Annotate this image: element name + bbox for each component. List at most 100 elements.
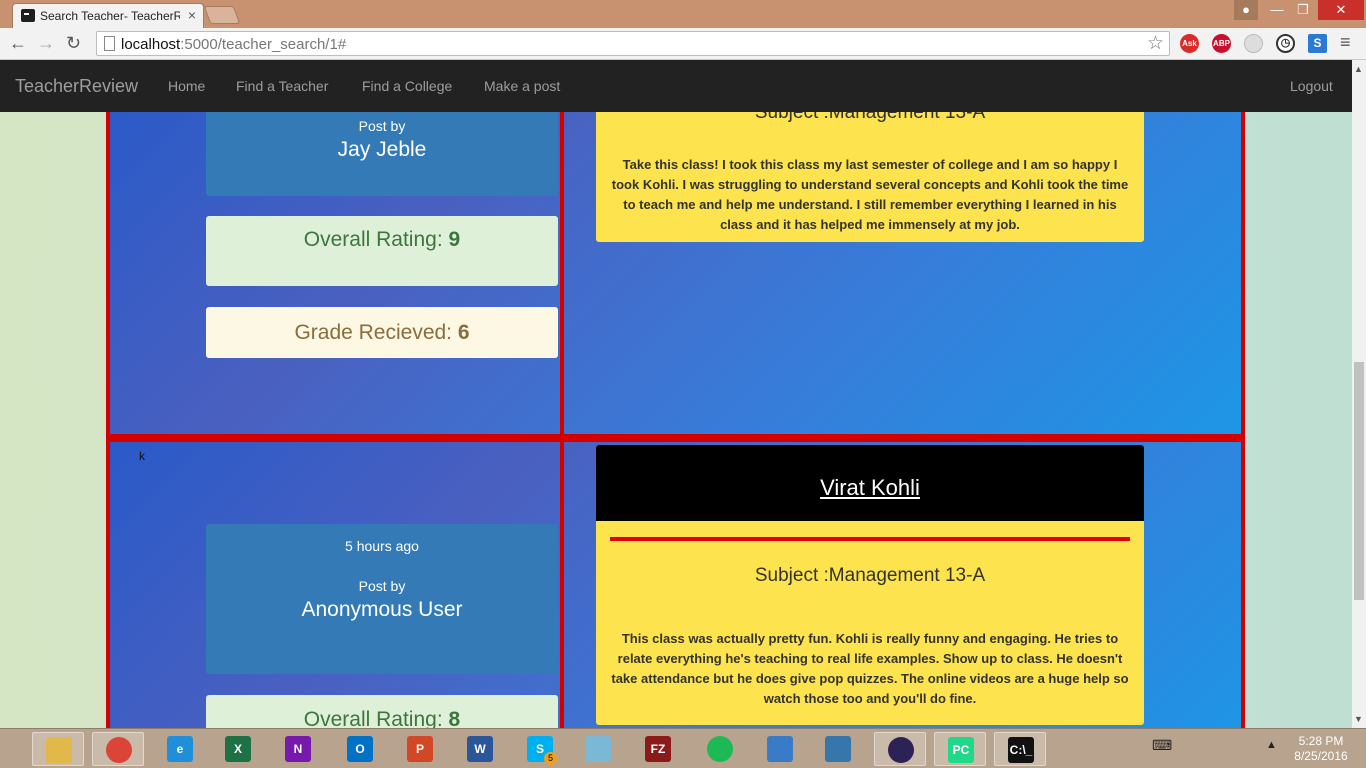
post-by-label: Post by xyxy=(358,118,406,134)
filezilla-icon: FZ xyxy=(645,736,671,762)
taskbar-pycharm[interactable]: PC xyxy=(934,732,986,766)
post-author-box: 5 hours ago Post by Anonymous User xyxy=(206,524,558,674)
taskbar-internet-explorer[interactable]: e xyxy=(154,732,206,766)
clock-extension-icon[interactable]: ◷ xyxy=(1276,34,1295,53)
nav-find-college[interactable]: Find a College xyxy=(362,78,452,94)
powerpoint-icon: P xyxy=(407,736,433,762)
taskbar-powerpoint[interactable]: P xyxy=(394,732,446,766)
taskbar-skype[interactable]: S5 xyxy=(514,732,566,766)
rating-value: 8 xyxy=(448,708,461,728)
terminal-favicon-icon xyxy=(21,9,35,22)
adblock-extension-icon[interactable]: ABP xyxy=(1212,34,1231,53)
overall-rating-box: Overall Rating: 9 xyxy=(206,216,558,286)
internet-explorer-icon: e xyxy=(167,736,193,762)
minimize-button[interactable]: — xyxy=(1264,0,1290,20)
review-card: Virat Kohli Subject :Management 13-A Thi… xyxy=(596,445,1144,725)
taskbar-notes[interactable] xyxy=(572,732,624,766)
address-url[interactable]: localhost:5000/teacher_search/1# xyxy=(121,36,346,53)
taskbar-python[interactable] xyxy=(812,732,864,766)
rating-value: 9 xyxy=(448,228,461,251)
review-card-header: Virat Kohli xyxy=(596,445,1144,521)
close-window-button[interactable]: ✕ xyxy=(1318,0,1364,20)
page-scrollbar[interactable]: ▲ ▼ xyxy=(1352,60,1366,728)
remote-desktop-icon xyxy=(767,736,793,762)
file-explorer-icon xyxy=(46,737,72,763)
scrollbar-thumb[interactable] xyxy=(1354,362,1364,600)
grade-value: 6 xyxy=(457,321,470,344)
taskbar-filezilla[interactable]: FZ xyxy=(632,732,684,766)
taskbar-eclipse[interactable] xyxy=(874,732,926,766)
post-author: Anonymous User xyxy=(301,598,463,621)
grade-label: Grade Recieved: xyxy=(294,321,453,344)
post-card: Post by Jay Jeble Overall Rating: 9 Grad… xyxy=(106,112,1245,438)
scroll-up-icon[interactable]: ▲ xyxy=(1354,64,1363,74)
tab-title: Search Teacher- TeacherReview xyxy=(40,9,180,23)
command-prompt-icon: C:\_ xyxy=(1008,737,1034,763)
tab-close-icon[interactable]: × xyxy=(188,7,196,23)
outlook-icon: O xyxy=(347,736,373,762)
forward-icon[interactable]: → xyxy=(37,33,55,54)
post-author: Jay Jeble xyxy=(337,138,427,161)
taskbar-spotify[interactable] xyxy=(694,732,746,766)
taskbar-onenote[interactable]: N xyxy=(272,732,324,766)
overall-rating-box: Overall Rating: 8 xyxy=(206,695,558,728)
word-icon: W xyxy=(467,736,493,762)
s-extension-icon[interactable]: S xyxy=(1308,34,1327,53)
post-author-box: Post by Jay Jeble xyxy=(206,112,558,196)
maximize-button[interactable]: ❐ xyxy=(1290,0,1316,20)
tray-overflow-icon[interactable]: ▲ xyxy=(1266,739,1277,751)
ask-extension-icon[interactable]: Ask xyxy=(1180,34,1199,53)
taskbar-outlook[interactable]: O xyxy=(334,732,386,766)
rating-label: Overall Rating: xyxy=(303,228,443,251)
pycharm-icon: PC xyxy=(948,737,974,763)
back-icon[interactable]: ← xyxy=(9,33,27,54)
brand-link[interactable]: TeacherReview xyxy=(15,76,138,97)
nav-home[interactable]: Home xyxy=(168,78,205,94)
clock-time: 5:28 PM xyxy=(1298,734,1344,748)
taskbar-remote-desktop[interactable] xyxy=(754,732,806,766)
reload-icon[interactable]: ↻ xyxy=(66,33,81,54)
post-divider xyxy=(560,112,564,434)
spotify-icon xyxy=(707,736,733,762)
page-content: Post by Jay Jeble Overall Rating: 9 Grad… xyxy=(0,112,1352,728)
taskbar-word[interactable]: W xyxy=(454,732,506,766)
new-tab-button[interactable] xyxy=(203,6,241,24)
keyboard-icon[interactable]: ⌨ xyxy=(1152,737,1172,754)
address-bar[interactable]: localhost:5000/teacher_search/1# ☆ xyxy=(96,31,1170,56)
user-profile-icon[interactable]: ● xyxy=(1234,0,1258,20)
review-subject: Subject :Management 13-A xyxy=(754,565,986,586)
review-subject: Subject :Management 13-A xyxy=(754,112,986,123)
scroll-down-icon[interactable]: ▼ xyxy=(1354,714,1363,724)
chrome-menu-icon[interactable]: ≡ xyxy=(1340,32,1351,53)
header-separator xyxy=(610,537,1130,541)
teacher-name-link[interactable]: Virat Kohli xyxy=(820,475,920,501)
chrome-icon xyxy=(106,737,132,763)
bookmark-star-icon[interactable]: ☆ xyxy=(1147,32,1164,55)
page-icon xyxy=(104,36,115,51)
taskbar-clock[interactable]: 5:28 PM 8/25/2016 xyxy=(1284,734,1358,764)
browser-titlebar: Search Teacher- TeacherReview × ● — ❐ ✕ xyxy=(0,0,1366,28)
windows-taskbar: e X N O P W S 5 FZ PC C:\_ ⌨ ▲ 5:28 PM 8/25/2016 xyxy=(0,728,1366,768)
excel-icon: X xyxy=(225,736,251,762)
skype-badge: 5 xyxy=(544,752,557,765)
site-navbar: TeacherReview Home Find a Teacher Find a… xyxy=(0,60,1352,112)
rating-label: Overall Rating: xyxy=(303,708,443,728)
taskbar-excel[interactable]: X xyxy=(212,732,264,766)
nav-make-post[interactable]: Make a post xyxy=(484,78,560,94)
review-card: Subject :Management 13-A Take this class… xyxy=(596,112,1144,242)
post-time: 5 hours ago xyxy=(345,538,419,554)
browser-tab[interactable]: Search Teacher- TeacherReview × xyxy=(12,3,204,28)
post-divider xyxy=(560,442,564,728)
eclipse-icon xyxy=(888,737,914,763)
post-by-label: Post by xyxy=(358,578,406,594)
review-text: Take this class! I took this class my la… xyxy=(611,157,1129,232)
onenote-icon: N xyxy=(285,736,311,762)
nav-find-teacher[interactable]: Find a Teacher xyxy=(236,78,328,94)
clock-date: 8/25/2016 xyxy=(1294,749,1348,763)
taskbar-file-explorer[interactable] xyxy=(32,732,84,766)
extension-icon[interactable] xyxy=(1244,34,1263,53)
taskbar-chrome[interactable] xyxy=(92,732,144,766)
taskbar-command-prompt[interactable]: C:\_ xyxy=(994,732,1046,766)
grade-received-box: Grade Recieved: 6 xyxy=(206,307,558,358)
nav-logout[interactable]: Logout xyxy=(1290,78,1333,94)
